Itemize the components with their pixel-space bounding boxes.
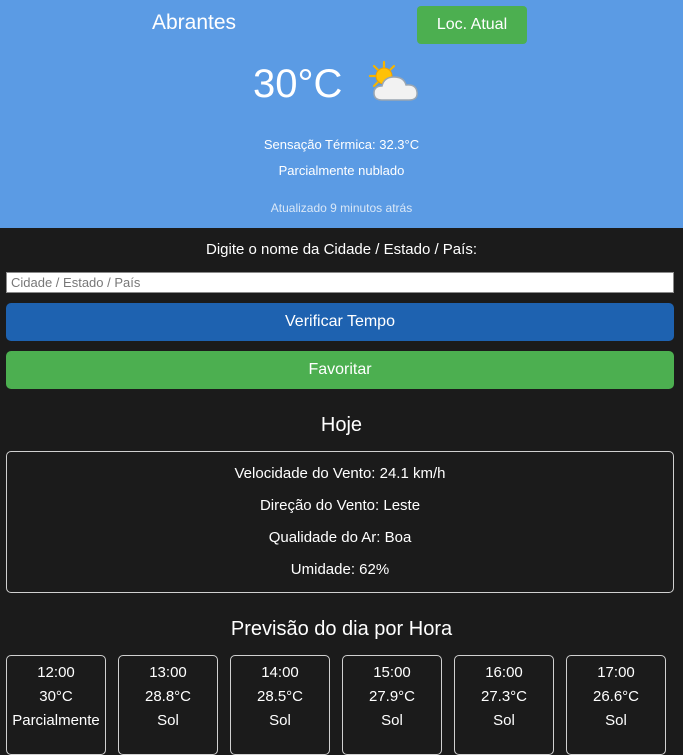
hour-condition: Sol [493,712,515,729]
hour-condition: Parcialmente [12,712,100,729]
hour-condition: Sol [381,712,403,729]
hour-temp: 27.3°C [480,688,528,705]
partly-cloudy-icon [368,60,418,101]
humidity: Umidade: 62% [290,561,390,578]
last-updated: Atualizado 9 minutos atrás [270,201,413,215]
hourly-card: 15:00 27.9°C Sol [342,655,442,755]
wind-direction: Direção do Vento: Leste [259,497,421,514]
search-prompt: Digite o nome da Cidade / Estado / País: [206,241,477,258]
air-quality: Qualidade do Ar: Boa [268,529,412,546]
today-title: Hoje [320,414,363,436]
hour-time: 13:00 [149,664,187,681]
favorite-button[interactable]: Favoritar [6,351,674,389]
hour-temp: 26.6°C [592,688,640,705]
hour-time: 17:00 [597,664,635,681]
hourly-card: 16:00 27.3°C Sol [454,655,554,755]
wind-speed: Velocidade do Vento: 24.1 km/h [234,465,446,482]
hour-condition: Sol [269,712,291,729]
hourly-forecast-title: Previsão do dia por Hora [230,618,453,640]
hourly-card: 14:00 28.5°C Sol [230,655,330,755]
hourly-card: 13:00 28.8°C Sol [118,655,218,755]
hourly-card: 17:00 26.6°C Sol [566,655,666,755]
feels-like: Sensação Térmica: 32.3°C [263,137,420,152]
weather-condition: Parcialmente nublado [278,163,405,178]
hour-temp: 28.5°C [256,688,304,705]
hour-temp: 30°C [39,688,73,705]
hour-condition: Sol [157,712,179,729]
check-weather-button[interactable]: Verificar Tempo [6,303,674,341]
current-temperature: 30°C [253,62,343,106]
today-details: Velocidade do Vento: 24.1 km/h Direção d… [6,451,674,593]
current-weather-panel: Abrantes Loc. Atual 30°C Sensação Térmic… [0,0,683,228]
current-location-button[interactable]: Loc. Atual [417,6,527,44]
hourly-card: 12:00 30°C Parcialmente [6,655,106,755]
city-name: Abrantes [152,11,237,34]
hour-time: 14:00 [261,664,299,681]
hour-temp: 28.8°C [144,688,192,705]
hour-time: 16:00 [485,664,523,681]
hour-time: 12:00 [37,664,75,681]
city-search-input[interactable] [6,272,674,293]
hour-condition: Sol [605,712,627,729]
hour-temp: 27.9°C [368,688,416,705]
hour-time: 15:00 [373,664,411,681]
